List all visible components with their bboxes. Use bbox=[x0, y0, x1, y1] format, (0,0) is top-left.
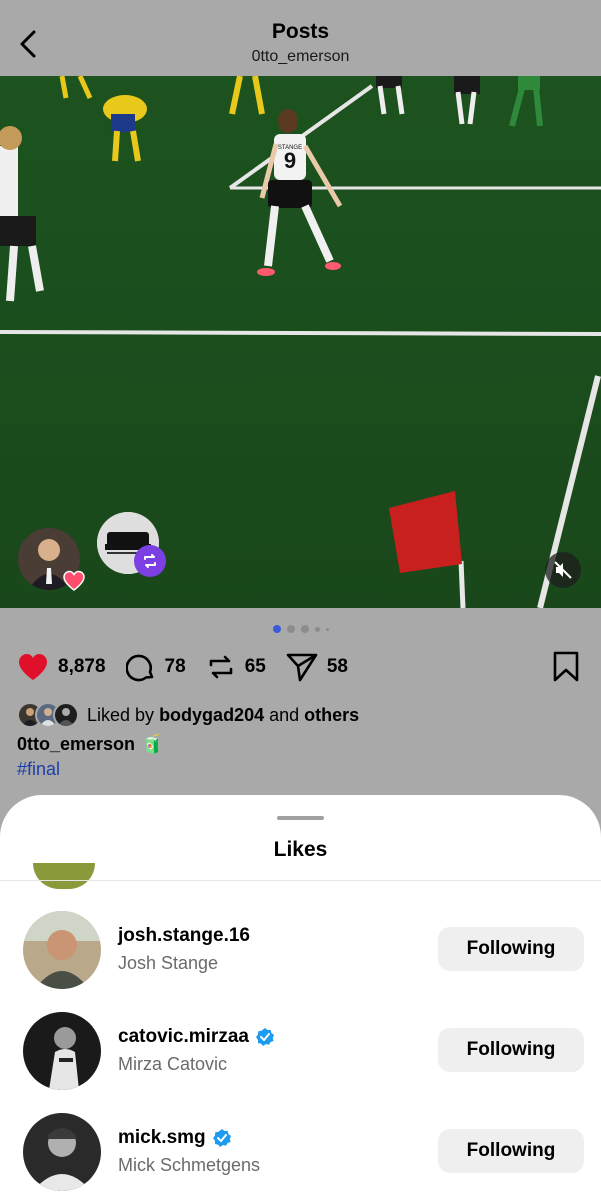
avatar[interactable] bbox=[23, 1012, 101, 1090]
list-item-fullname: Mirza Catovic bbox=[118, 1054, 228, 1074]
comment-count: 78 bbox=[164, 656, 186, 677]
comment-button[interactable]: 78 bbox=[125, 652, 186, 682]
following-button[interactable]: Following bbox=[438, 1028, 584, 1072]
list-item-username[interactable]: catovic.mirzaa bbox=[118, 1026, 275, 1048]
repost-count: 65 bbox=[244, 656, 266, 677]
username-text[interactable]: catovic.mirzaa bbox=[118, 1026, 249, 1048]
liked-by-text: Liked by bodygad204 and others bbox=[87, 705, 359, 726]
liked-by-row[interactable]: Liked by bodygad204 and others bbox=[17, 702, 359, 728]
list-item[interactable]: josh.stange.16 Josh Stange Following bbox=[0, 911, 601, 991]
following-button[interactable]: Following bbox=[438, 927, 584, 971]
caption-username-text[interactable]: 0tto_emerson bbox=[17, 734, 135, 755]
sheet-divider bbox=[0, 880, 601, 881]
liked-by-prefix: Liked by bbox=[87, 704, 155, 725]
avatar[interactable] bbox=[23, 911, 101, 989]
jersey-number: 9 bbox=[284, 148, 296, 173]
liker-avatar bbox=[53, 702, 79, 728]
likes-sheet: Likes josh.stange.16 Josh Stange Followi… bbox=[0, 795, 601, 1200]
top-header: Posts 0tto_emerson bbox=[0, 0, 601, 76]
person-icon bbox=[23, 911, 101, 989]
carousel-dot bbox=[300, 625, 309, 633]
share-count: 58 bbox=[326, 656, 348, 677]
page-title: Posts bbox=[271, 20, 330, 43]
verified-badge-icon bbox=[255, 1028, 274, 1046]
list-item[interactable]: mick.smg Mick Schmetgens Following bbox=[0, 1113, 601, 1193]
like-button[interactable]: 8,878 bbox=[17, 652, 106, 682]
like-count[interactable]: 8,878 bbox=[58, 656, 106, 678]
bookmark-icon bbox=[553, 651, 579, 682]
share-button[interactable]: 58 bbox=[286, 652, 348, 682]
liked-by-and: and bbox=[269, 704, 300, 725]
heart-filled-icon bbox=[19, 654, 47, 680]
page-subtitle: 0tto_emerson bbox=[251, 48, 350, 65]
list-item-fullname: Josh Stange bbox=[118, 953, 219, 973]
jersey-name: STANGE bbox=[278, 145, 302, 151]
person-icon bbox=[23, 1012, 101, 1090]
carousel-dot bbox=[286, 625, 295, 633]
paper-plane-icon bbox=[286, 653, 318, 682]
list-item-username[interactable]: josh.stange.16 bbox=[118, 925, 250, 947]
repost-button[interactable]: 65 bbox=[206, 652, 266, 682]
person-icon bbox=[23, 1113, 101, 1191]
football-pitch-image: 9 STANGE bbox=[0, 76, 601, 608]
mute-button[interactable] bbox=[545, 552, 581, 588]
liked-by-user[interactable]: bodygad204 bbox=[159, 705, 264, 725]
list-item-username[interactable]: mick.smg bbox=[118, 1127, 260, 1149]
carousel-dot bbox=[325, 627, 329, 631]
carousel-dot bbox=[314, 626, 320, 632]
sheet-title: Likes bbox=[273, 838, 328, 861]
username-text[interactable]: mick.smg bbox=[118, 1127, 206, 1149]
carousel-dot bbox=[272, 625, 281, 633]
comment-bubble-icon bbox=[125, 654, 153, 682]
post-media[interactable]: 9 STANGE bbox=[0, 76, 601, 608]
following-button[interactable]: Following bbox=[438, 1129, 584, 1173]
verified-badge-icon bbox=[212, 1129, 231, 1147]
caption-hashtag[interactable]: #final bbox=[17, 759, 60, 780]
speaker-muted-icon bbox=[554, 561, 572, 579]
liked-by-others[interactable]: others bbox=[304, 705, 359, 725]
save-button[interactable] bbox=[552, 651, 580, 688]
repost-icon bbox=[209, 655, 232, 679]
heart-badge-icon bbox=[62, 569, 86, 593]
caption-username[interactable]: 0tto_emerson 🧃 bbox=[17, 734, 163, 755]
carousel-indicator bbox=[0, 625, 601, 633]
caption-emoji: 🧃 bbox=[141, 734, 164, 754]
list-item-fullname: Mick Schmetgens bbox=[118, 1155, 261, 1175]
sheet-grabber[interactable] bbox=[277, 816, 324, 820]
avatar bbox=[33, 863, 95, 889]
username-text[interactable]: josh.stange.16 bbox=[118, 925, 250, 947]
avatar[interactable] bbox=[23, 1113, 101, 1191]
repost-badge-icon bbox=[134, 545, 166, 577]
list-item[interactable]: catovic.mirzaa Mirza Catovic Following bbox=[0, 1012, 601, 1092]
action-bar: 8,878 78 65 58 bbox=[17, 651, 368, 683]
